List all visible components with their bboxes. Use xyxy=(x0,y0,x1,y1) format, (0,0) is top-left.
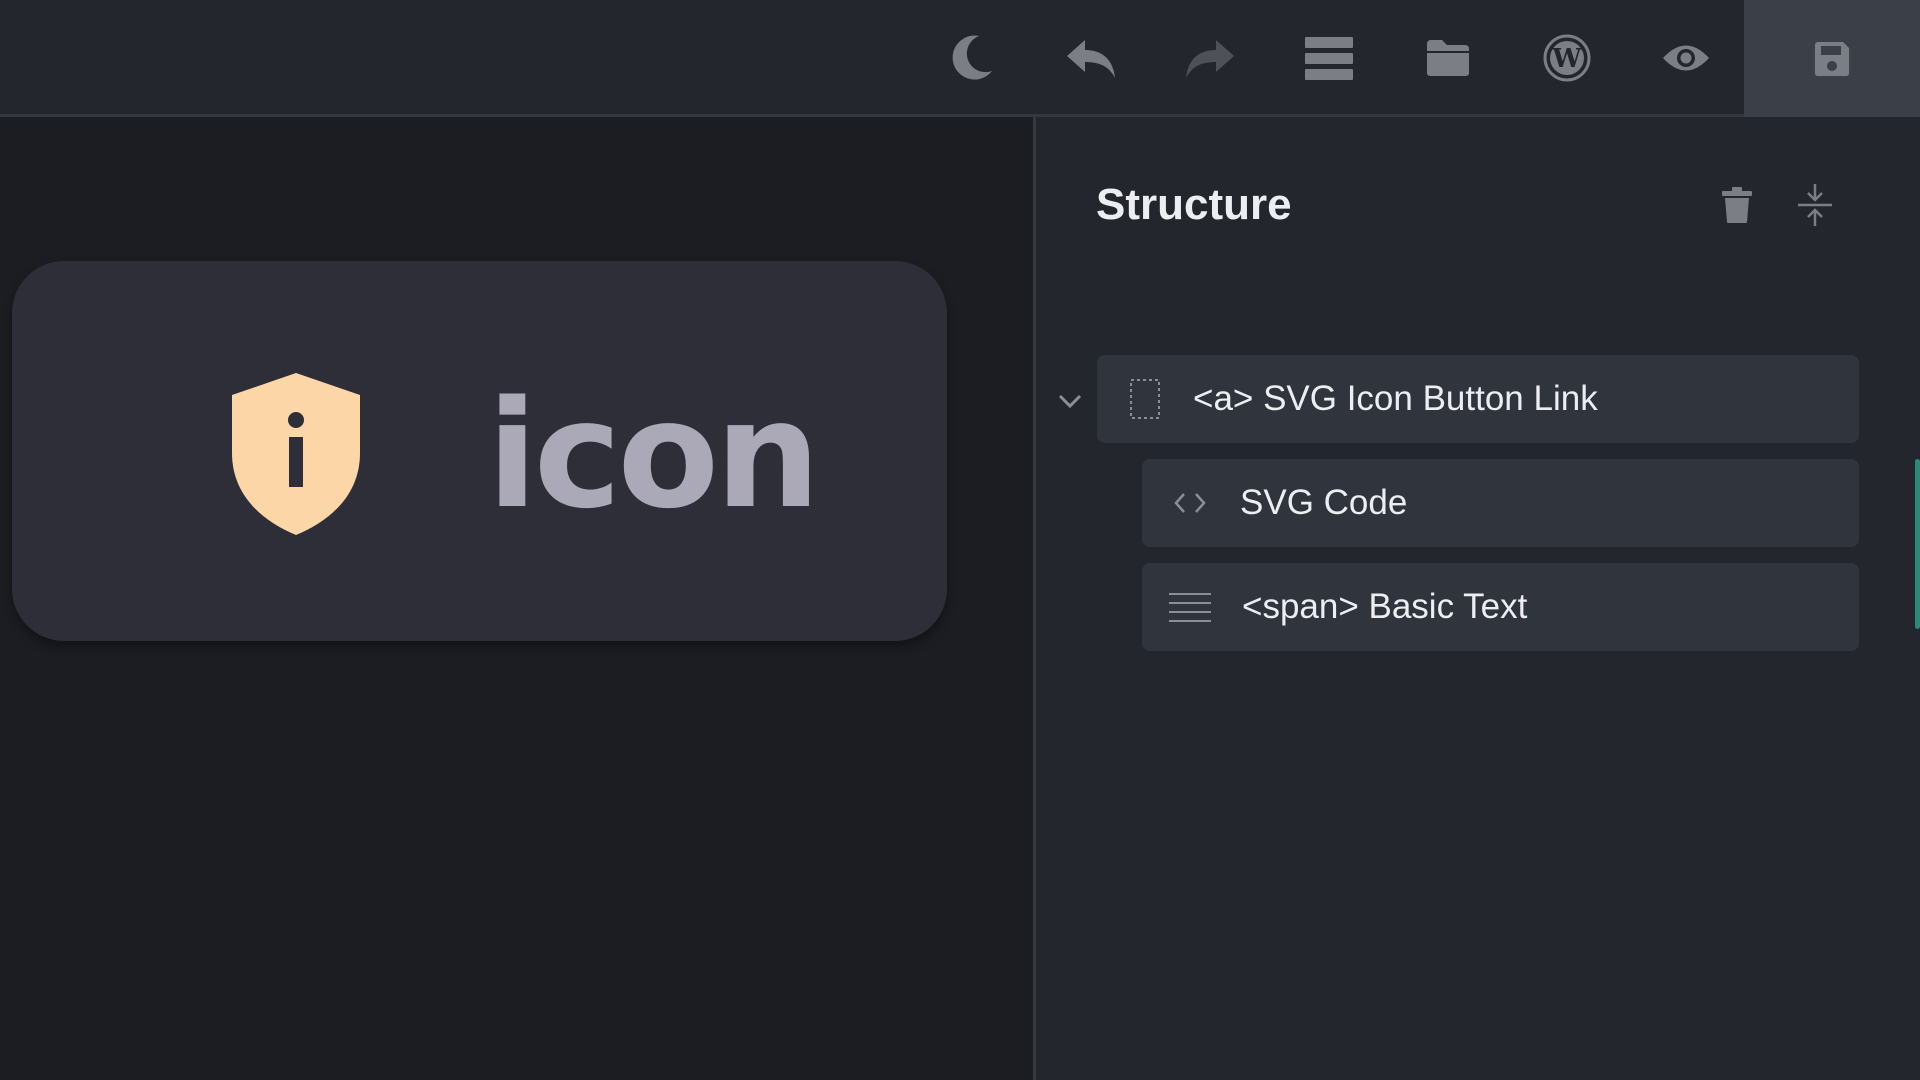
wordpress-icon[interactable]: W xyxy=(1539,30,1595,86)
structure-item-basic-text[interactable]: <span> Basic Text xyxy=(1142,563,1859,651)
menu-icon[interactable] xyxy=(1301,30,1357,86)
preview-button-text: icon xyxy=(487,369,821,541)
structure-item-label: SVG Code xyxy=(1240,483,1408,522)
chevron-down-icon[interactable] xyxy=(1054,385,1086,417)
structure-item-link[interactable]: <a> SVG Icon Button Link xyxy=(1097,355,1859,443)
svg-icon-button-link[interactable]: icon xyxy=(12,261,947,641)
undo-icon[interactable] xyxy=(1063,30,1119,86)
panel-title: Structure xyxy=(1096,180,1292,229)
save-icon xyxy=(1815,41,1849,76)
svg-text:W: W xyxy=(1551,44,1582,74)
folder-icon[interactable] xyxy=(1420,30,1476,86)
redo-icon[interactable] xyxy=(1182,30,1238,86)
collapse-icon xyxy=(1798,184,1832,226)
builder-canvas[interactable]: icon xyxy=(0,117,1033,1080)
moon-icon[interactable] xyxy=(944,30,1000,86)
link-box-icon xyxy=(1127,379,1163,419)
collapse-all-button[interactable] xyxy=(1787,177,1843,233)
structure-item-svg-code[interactable]: SVG Code xyxy=(1142,459,1859,547)
structure-panel: Structure <a> SVG Icon Button Link SVG C… xyxy=(1033,117,1920,1080)
structure-item-label: <span> Basic Text xyxy=(1242,587,1528,626)
shield-info-icon xyxy=(230,371,362,542)
code-icon xyxy=(1172,485,1208,521)
eye-icon[interactable] xyxy=(1658,30,1714,86)
trash-icon xyxy=(1722,187,1752,223)
scrollbar[interactable] xyxy=(1915,459,1920,629)
save-button[interactable] xyxy=(1744,0,1920,117)
delete-button[interactable] xyxy=(1709,177,1765,233)
top-toolbar: W xyxy=(0,0,1920,117)
structure-item-label: <a> SVG Icon Button Link xyxy=(1193,379,1598,418)
text-lines-icon xyxy=(1168,589,1212,625)
